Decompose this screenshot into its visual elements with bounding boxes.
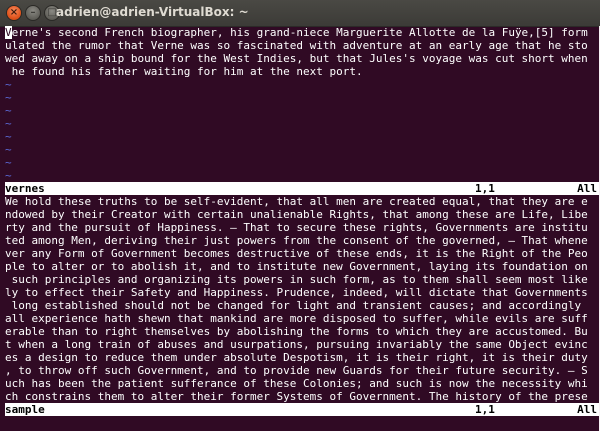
bottom-pane-line: ch constrains them to alter their former… xyxy=(5,390,588,403)
bottom-pane-line: , to throw off such Government, and to p… xyxy=(5,364,588,377)
bottom-pane-line: long established should not be changed f… xyxy=(5,299,582,312)
bottom-pane-line: ver any Form of Government becomes destr… xyxy=(5,247,588,260)
bottom-pane-line: ly to effect their Safety and Happiness.… xyxy=(5,286,588,299)
window-controls: × – □ xyxy=(6,5,60,21)
bottom-pane-line: such principles and organizing its power… xyxy=(5,273,588,286)
empty-line-marker: ~ xyxy=(5,169,12,182)
minimize-button[interactable]: – xyxy=(25,5,41,21)
close-icon: × xyxy=(9,7,19,18)
statusline-filename: vernes xyxy=(5,182,45,195)
text-cursor: V xyxy=(5,26,12,39)
close-button[interactable]: × xyxy=(6,5,22,21)
top-pane-line: wed away on a ship bound for the West In… xyxy=(5,52,588,65)
statusline-filename: sample xyxy=(5,403,45,416)
statusline-scroll-indicator: All xyxy=(577,182,597,195)
statusline-cursor-position: 1,1 xyxy=(475,182,495,195)
bottom-pane-line: ple to alter or to abolish it, and to in… xyxy=(5,260,588,273)
empty-line-marker: ~ xyxy=(5,78,12,91)
empty-line-marker: ~ xyxy=(5,156,12,169)
top-pane-line: Verne's second French biographer, his gr… xyxy=(5,26,588,39)
vim-editor[interactable]: Verne's second French biographer, his gr… xyxy=(5,26,600,418)
top-pane-line: he found his father waiting for him at t… xyxy=(5,65,363,78)
statusline-cursor-position: 1,1 xyxy=(475,403,495,416)
bottom-pane-statusline[interactable]: sample 1,1 All xyxy=(5,403,600,416)
empty-line-marker: ~ xyxy=(5,130,12,143)
bottom-pane-line: ndowed by their Creator with certain una… xyxy=(5,208,588,221)
bottom-pane-line: es a design to reduce them under absolut… xyxy=(5,351,588,364)
bottom-pane-line: t when a long train of abuses and usurpa… xyxy=(5,338,588,351)
bottom-pane-line: ted among Men, deriving their just power… xyxy=(5,234,588,247)
top-pane-statusline[interactable]: vernes 1,1 All xyxy=(5,182,600,195)
statusline-scroll-indicator: All xyxy=(577,403,597,416)
bottom-pane-line: uch has been the patient sufferance of t… xyxy=(5,377,588,390)
bottom-pane-line: rty and the pursuit of Happiness. — That… xyxy=(5,221,588,234)
bottom-pane-line: We hold these truths to be self-evident,… xyxy=(5,195,588,208)
empty-line-marker: ~ xyxy=(5,117,12,130)
top-pane-text[interactable]: Verne's second French biographer, his gr… xyxy=(5,26,600,182)
empty-line-marker: ~ xyxy=(5,104,12,117)
top-pane-line: ulated the rumor that Verne was so fasci… xyxy=(5,39,588,52)
window-title: adrien@adrien-VirtualBox: ~ xyxy=(56,5,249,19)
command-line[interactable] xyxy=(0,418,600,431)
title-bar[interactable]: × – □ adrien@adrien-VirtualBox: ~ xyxy=(0,0,600,27)
bottom-pane-line: all experience hath shewn that mankind a… xyxy=(5,312,588,325)
terminal-window: × – □ adrien@adrien-VirtualBox: ~ Verne'… xyxy=(0,0,600,431)
empty-line-marker: ~ xyxy=(5,91,12,104)
minimize-icon: – xyxy=(30,7,36,18)
bottom-pane-line: erable than to right themselves by aboli… xyxy=(5,325,588,338)
empty-line-marker: ~ xyxy=(5,143,12,156)
bottom-pane-text[interactable]: We hold these truths to be self-evident,… xyxy=(5,195,600,403)
